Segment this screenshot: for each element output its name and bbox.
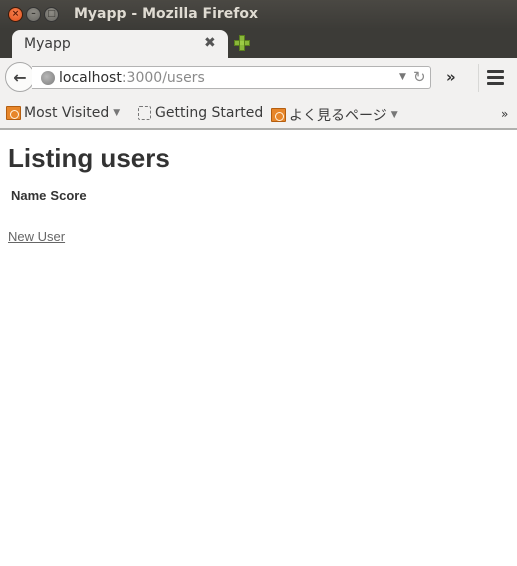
bookmark-label: Getting Started xyxy=(155,105,264,121)
page-title: Listing users xyxy=(8,143,170,173)
navigation-toolbar: ← localhost:3000/users ▼ ↻ » xyxy=(0,58,517,98)
url-host: localhost xyxy=(59,70,122,86)
title-bar: × – □ Myapp - Mozilla Firefox xyxy=(0,0,517,29)
minimize-icon: – xyxy=(31,9,36,19)
tab-strip: Myapp ✖ xyxy=(0,29,517,58)
maximize-icon: □ xyxy=(47,9,56,19)
window-minimize-button[interactable]: – xyxy=(26,7,41,22)
url-text[interactable]: localhost:3000/users xyxy=(59,70,205,86)
hamburger-menu-icon[interactable] xyxy=(487,70,504,88)
bookmark-yoku-miru-page[interactable]: よく見るページ ▼ xyxy=(271,105,398,125)
chevron-down-icon: ▼ xyxy=(390,110,398,120)
bookmark-label: Most Visited xyxy=(24,105,110,121)
column-header-score: Score xyxy=(50,188,87,203)
tab-close-icon[interactable]: ✖ xyxy=(204,35,216,51)
globe-icon xyxy=(41,71,55,85)
back-button[interactable]: ← xyxy=(5,62,35,92)
smart-folder-icon xyxy=(271,108,286,122)
bookmark-getting-started[interactable]: Getting Started xyxy=(138,105,263,121)
bookmarks-toolbar: Most Visited ▼ Getting Started よく見るページ ▼ xyxy=(0,98,517,130)
window-maximize-button[interactable]: □ xyxy=(44,7,59,22)
column-header-name: Name xyxy=(11,188,47,203)
back-arrow-icon: ← xyxy=(13,67,27,87)
new-user-link[interactable]: New User xyxy=(8,229,65,244)
bookmarks-overflow-button[interactable]: » xyxy=(501,107,508,121)
tab-title: Myapp xyxy=(24,36,71,52)
close-icon: × xyxy=(11,9,20,19)
toolbar-separator xyxy=(478,64,479,92)
new-tab-button[interactable] xyxy=(234,35,250,51)
toolbar-overflow-button[interactable]: » xyxy=(446,68,456,86)
url-path: :3000/users xyxy=(121,70,205,86)
window-close-button[interactable]: × xyxy=(8,7,23,22)
url-dropdown-icon[interactable]: ▼ xyxy=(399,72,406,82)
users-table-header: Name Score xyxy=(11,188,87,203)
page-icon xyxy=(138,106,151,120)
page-content: Listing users Name Score New User xyxy=(0,132,517,566)
bookmark-most-visited[interactable]: Most Visited ▼ xyxy=(6,105,120,121)
tab-myapp[interactable]: Myapp ✖ xyxy=(12,30,228,58)
smart-folder-icon xyxy=(6,106,21,120)
chevron-down-icon: ▼ xyxy=(113,108,121,118)
url-bar[interactable]: localhost:3000/users ▼ ↻ xyxy=(32,66,431,89)
reload-icon[interactable]: ↻ xyxy=(413,68,426,86)
window-title: Myapp - Mozilla Firefox xyxy=(74,6,259,22)
plus-icon-center xyxy=(240,41,244,45)
bookmark-label: よく見るページ xyxy=(289,108,387,124)
